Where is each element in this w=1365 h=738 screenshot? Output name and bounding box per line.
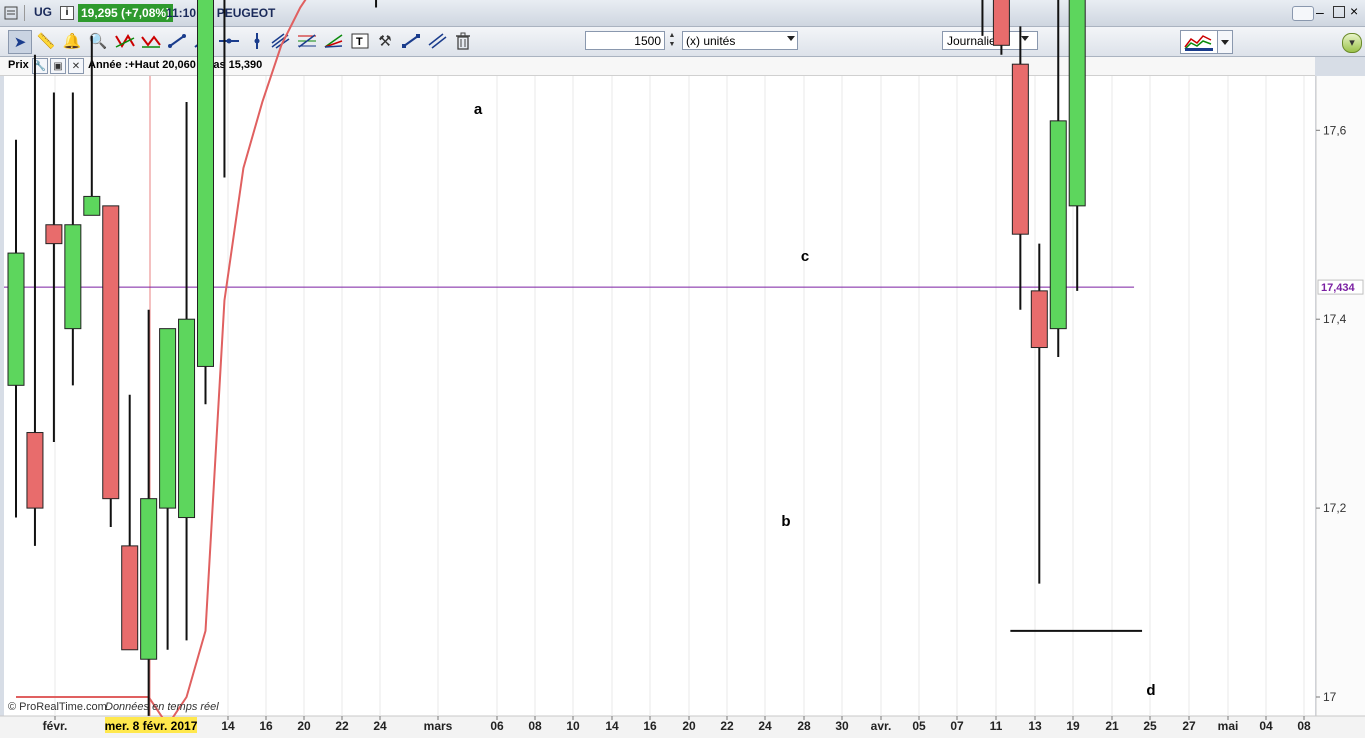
candle: [1049, 0, 1067, 357]
y-axis-panel: [1316, 76, 1365, 716]
candle: [992, 0, 1010, 55]
x-tick-label: 21: [1105, 719, 1119, 733]
candle-body: [140, 498, 158, 660]
x-tick-label: 22: [720, 719, 734, 733]
annotation-d: d: [1146, 682, 1155, 699]
y-tick-label: 17,4: [1323, 312, 1347, 326]
x-tick-label: mai: [1218, 719, 1239, 733]
x-tick-label: 25: [1143, 719, 1157, 733]
price-marker-label: 17,434: [1321, 282, 1356, 294]
x-tick-label: 16: [259, 719, 273, 733]
candle-body: [26, 432, 44, 509]
x-tick-label: avr.: [871, 719, 892, 733]
x-tick-label: 22: [335, 719, 349, 733]
annotation-a: a: [474, 101, 483, 118]
candle: [981, 0, 984, 36]
candle: [375, 0, 378, 8]
candle-body: [64, 224, 82, 330]
annotation-c: c: [801, 248, 809, 265]
x-tick-label: 20: [297, 719, 311, 733]
x-cursor-date-label: mer. 8 févr. 2017: [105, 719, 198, 733]
x-tick-label: 27: [1182, 719, 1196, 733]
y-tick-label: 17,6: [1323, 123, 1347, 137]
x-tick-label: 11: [990, 719, 1003, 733]
x-tick-label: mars: [424, 719, 453, 733]
candle-body: [1030, 290, 1048, 349]
x-tick-label: 07: [950, 719, 964, 733]
x-tick-label: 30: [835, 719, 849, 733]
candle-body: [197, 0, 214, 367]
x-tick-label: 14: [605, 719, 619, 733]
candle-body: [1068, 0, 1086, 207]
x-tick-label: 20: [682, 719, 696, 733]
x-tick-label: 04: [1259, 719, 1273, 733]
candle-body: [45, 224, 63, 245]
price-chart[interactable]: 1717,217,417,617,81818,218,418,618,81919…: [0, 0, 1365, 738]
candle-body: [159, 328, 177, 509]
candle: [102, 205, 120, 527]
x-tick-label: 14: [221, 719, 235, 733]
x-tick-label: 28: [797, 719, 811, 733]
x-tick-label: 10: [566, 719, 580, 733]
y-tick-label: 17,2: [1323, 501, 1347, 515]
candle: [197, 0, 214, 405]
x-tick-label: 13: [1028, 719, 1042, 733]
realtime-text: Données en temps réel: [105, 701, 219, 713]
x-tick-label: 05: [912, 719, 926, 733]
candle-body: [1049, 120, 1067, 330]
x-tick-label: 24: [758, 719, 772, 733]
candle-body: [7, 252, 25, 386]
candle-body: [102, 205, 120, 500]
x-tick-label: 16: [643, 719, 657, 733]
candle-body: [178, 318, 196, 519]
x-tick-label: 24: [373, 719, 387, 733]
candle-body: [121, 545, 139, 651]
x-tick-label: 08: [528, 719, 542, 733]
x-tick-label: 06: [490, 719, 504, 733]
x-tick-label: févr.: [43, 719, 68, 733]
y-tick-label: 17: [1323, 690, 1337, 704]
candle-body: [83, 195, 101, 216]
x-tick-label: 19: [1066, 719, 1080, 733]
candle-body: [1011, 63, 1029, 235]
candle-body: [992, 0, 1010, 46]
annotation-b: b: [781, 513, 790, 530]
credit-text: © ProRealTime.com: [8, 701, 107, 713]
x-tick-label: 08: [1297, 719, 1311, 733]
